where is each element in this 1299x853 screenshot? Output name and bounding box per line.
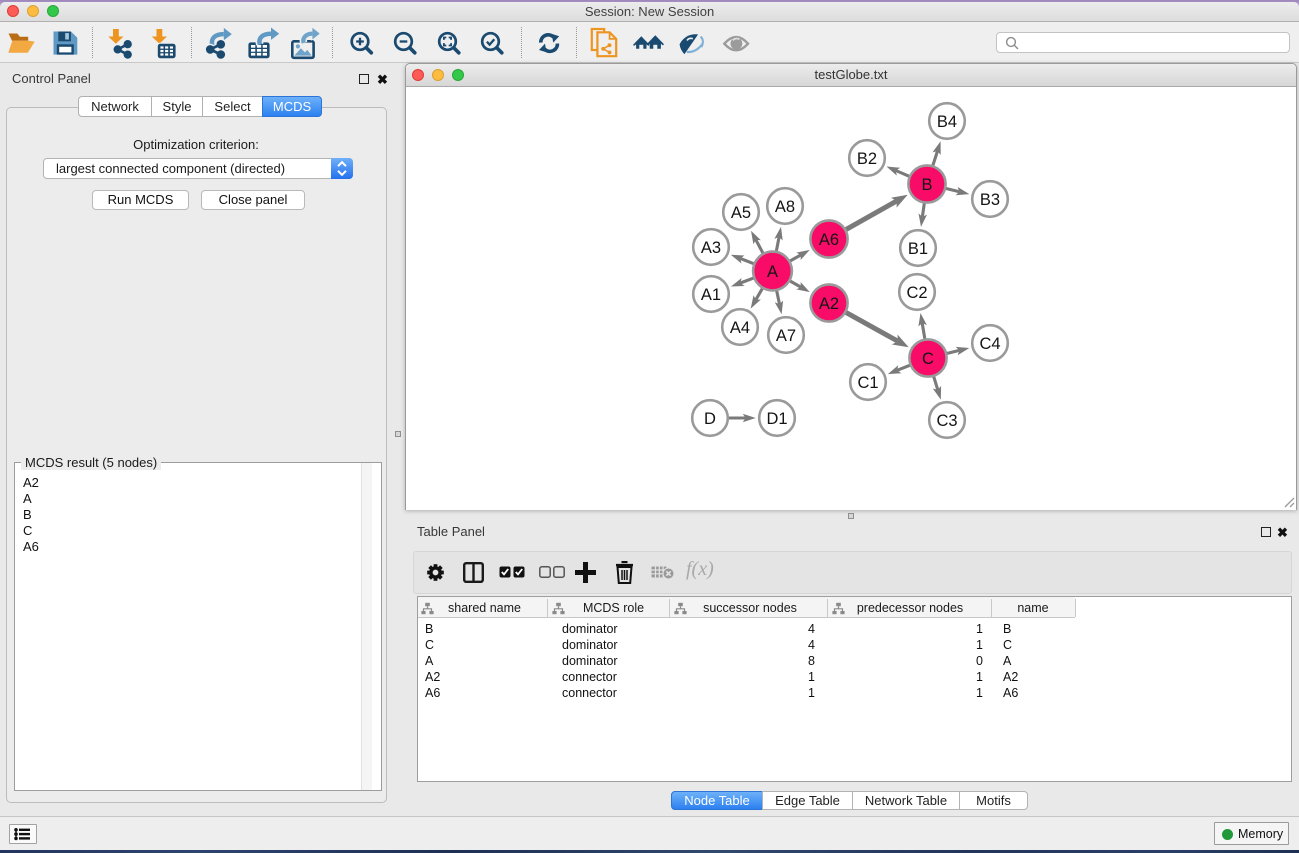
svg-text:C2: C2 xyxy=(906,284,927,302)
svg-text:A4: A4 xyxy=(730,319,750,337)
svg-text:B1: B1 xyxy=(908,240,928,258)
svg-text:A1: A1 xyxy=(701,286,721,304)
svg-text:A7: A7 xyxy=(776,327,796,345)
svg-text:B4: B4 xyxy=(937,113,957,131)
svg-text:A6: A6 xyxy=(819,231,839,249)
svg-text:A5: A5 xyxy=(731,204,751,222)
svg-text:B2: B2 xyxy=(857,150,877,168)
svg-text:C: C xyxy=(922,350,934,368)
svg-text:B: B xyxy=(921,176,932,194)
svg-text:B3: B3 xyxy=(980,191,1000,209)
svg-text:A: A xyxy=(767,263,778,281)
svg-text:A8: A8 xyxy=(775,198,795,216)
svg-text:D1: D1 xyxy=(766,410,787,428)
svg-text:A3: A3 xyxy=(701,239,721,257)
svg-text:C1: C1 xyxy=(857,374,878,392)
svg-text:D: D xyxy=(704,410,716,428)
svg-text:C4: C4 xyxy=(979,335,1000,353)
svg-text:C3: C3 xyxy=(936,412,957,430)
svg-text:A2: A2 xyxy=(819,295,839,313)
